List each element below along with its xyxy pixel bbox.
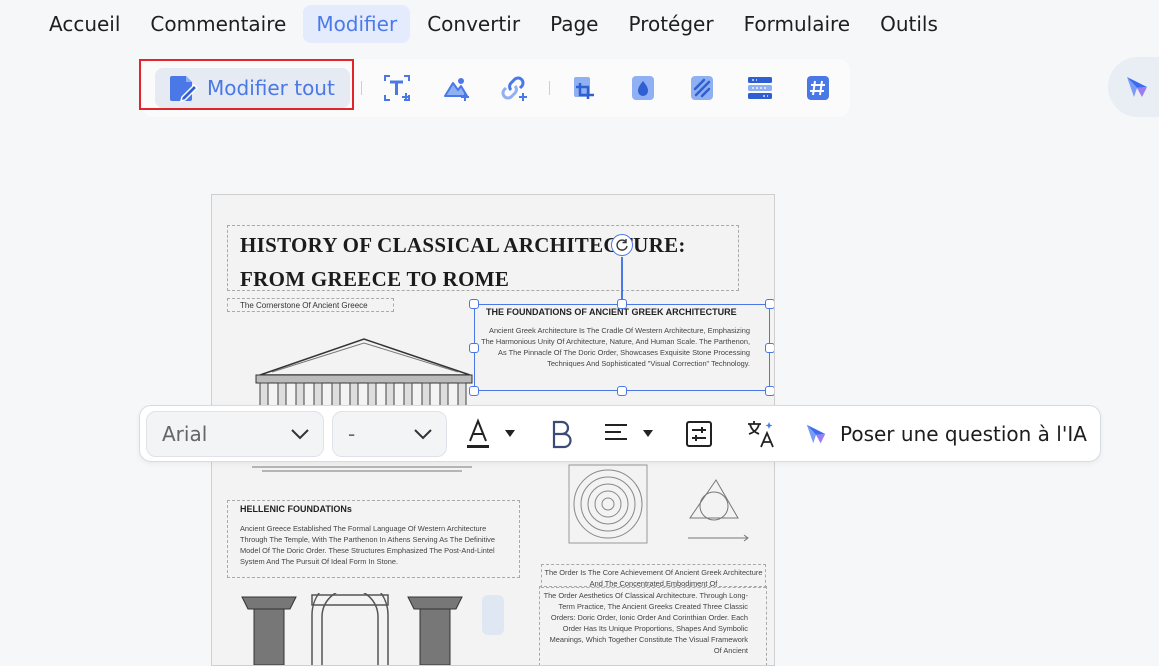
font-family-value: Arial	[162, 422, 208, 446]
add-link-button[interactable]	[498, 73, 528, 103]
menu-accueil[interactable]: Accueil	[36, 5, 133, 43]
toolbar-divider	[549, 81, 550, 95]
edit-all-label: Modifier tout	[207, 76, 335, 100]
ask-ai-button[interactable]: Poser une question à l'IA	[804, 417, 1087, 451]
text-box-settings-icon	[686, 421, 712, 447]
add-link-icon	[501, 76, 527, 101]
chevron-down-icon	[414, 429, 432, 440]
resize-handle-bottom[interactable]	[617, 386, 627, 396]
resize-handle-bottom-left[interactable]	[469, 386, 479, 396]
document-subtitle[interactable]: The Cornerstone Of Ancient Greece	[240, 301, 368, 310]
parthenon-illustration	[255, 338, 473, 407]
stylobate-illustration	[252, 466, 472, 472]
watermark-button[interactable]	[628, 73, 658, 103]
align-left-icon	[605, 424, 653, 440]
menu-convertir[interactable]: Convertir	[414, 5, 533, 43]
crop-page-icon	[574, 77, 594, 99]
menu-proteger[interactable]: Protéger	[615, 5, 726, 43]
menu-commentaire[interactable]: Commentaire	[137, 5, 299, 43]
resize-handle-right[interactable]	[765, 343, 774, 353]
hellenic-body[interactable]: Ancient Greece Established The Formal La…	[240, 523, 508, 567]
watermark-icon	[632, 76, 654, 100]
bold-button[interactable]	[545, 417, 577, 451]
alignment-button[interactable]	[602, 417, 658, 451]
ai-sparkle-icon	[806, 424, 826, 444]
text-format-toolbar: Arial - Poser une question à l'IA	[139, 405, 1101, 462]
chevron-down-icon	[291, 429, 309, 440]
add-text-icon	[384, 75, 410, 101]
ai-sparkle-icon	[1127, 77, 1147, 97]
toolbar-divider	[361, 81, 362, 95]
rotate-icon	[616, 239, 628, 251]
spiral-diagram	[568, 464, 648, 544]
selection-bounding-box[interactable]	[474, 304, 770, 391]
rotate-handle[interactable]	[611, 234, 633, 256]
ask-ai-label: Poser une question à l'IA	[840, 422, 1087, 446]
resize-handle-top-left[interactable]	[469, 299, 479, 309]
font-family-select[interactable]: Arial	[146, 411, 324, 457]
header-footer-icon	[748, 77, 772, 99]
menu-page[interactable]: Page	[537, 5, 611, 43]
font-size-value: -	[348, 422, 356, 446]
resize-handle-top-right[interactable]	[765, 299, 774, 309]
translate-icon	[748, 421, 774, 448]
translate-button[interactable]	[744, 417, 778, 451]
text-color-button[interactable]	[464, 417, 520, 451]
hellenic-heading[interactable]: HELLENIC FOUNDATIONs	[240, 504, 352, 514]
bates-number-button[interactable]	[803, 73, 833, 103]
background-button[interactable]	[687, 73, 717, 103]
menu-modifier[interactable]: Modifier	[303, 5, 411, 43]
add-image-button[interactable]	[441, 73, 471, 103]
add-text-button[interactable]	[382, 73, 412, 103]
orders-text-bottom[interactable]: The Order Aesthetics Of Classical Archit…	[541, 590, 748, 657]
title-line-2: FROM GREECE TO ROME	[240, 267, 510, 291]
crop-page-button[interactable]	[570, 73, 600, 103]
bates-number-icon	[807, 76, 829, 100]
menu-formulaire[interactable]: Formulaire	[731, 5, 864, 43]
paragraph-settings-button[interactable]	[683, 417, 715, 451]
resize-handle-bottom-right[interactable]	[765, 386, 774, 396]
font-size-select[interactable]: -	[332, 411, 447, 457]
columns-illustration	[241, 593, 504, 665]
edit-toolbar: Modifier tout	[142, 59, 850, 117]
edit-all-button[interactable]: Modifier tout	[155, 68, 350, 108]
geometry-diagram	[688, 479, 749, 542]
add-image-icon	[444, 78, 469, 101]
main-menu: Accueil Commentaire Modifier Convertir P…	[36, 3, 955, 45]
resize-handle-top[interactable]	[617, 299, 627, 309]
header-footer-button[interactable]	[745, 73, 775, 103]
edit-document-icon	[170, 76, 198, 103]
rotation-stem	[621, 257, 623, 305]
ai-assistant-button[interactable]	[1108, 57, 1159, 117]
background-icon	[691, 76, 713, 100]
resize-handle-left[interactable]	[469, 343, 479, 353]
bold-icon	[552, 420, 572, 449]
text-color-icon	[467, 418, 515, 448]
menu-outils[interactable]: Outils	[867, 5, 951, 43]
